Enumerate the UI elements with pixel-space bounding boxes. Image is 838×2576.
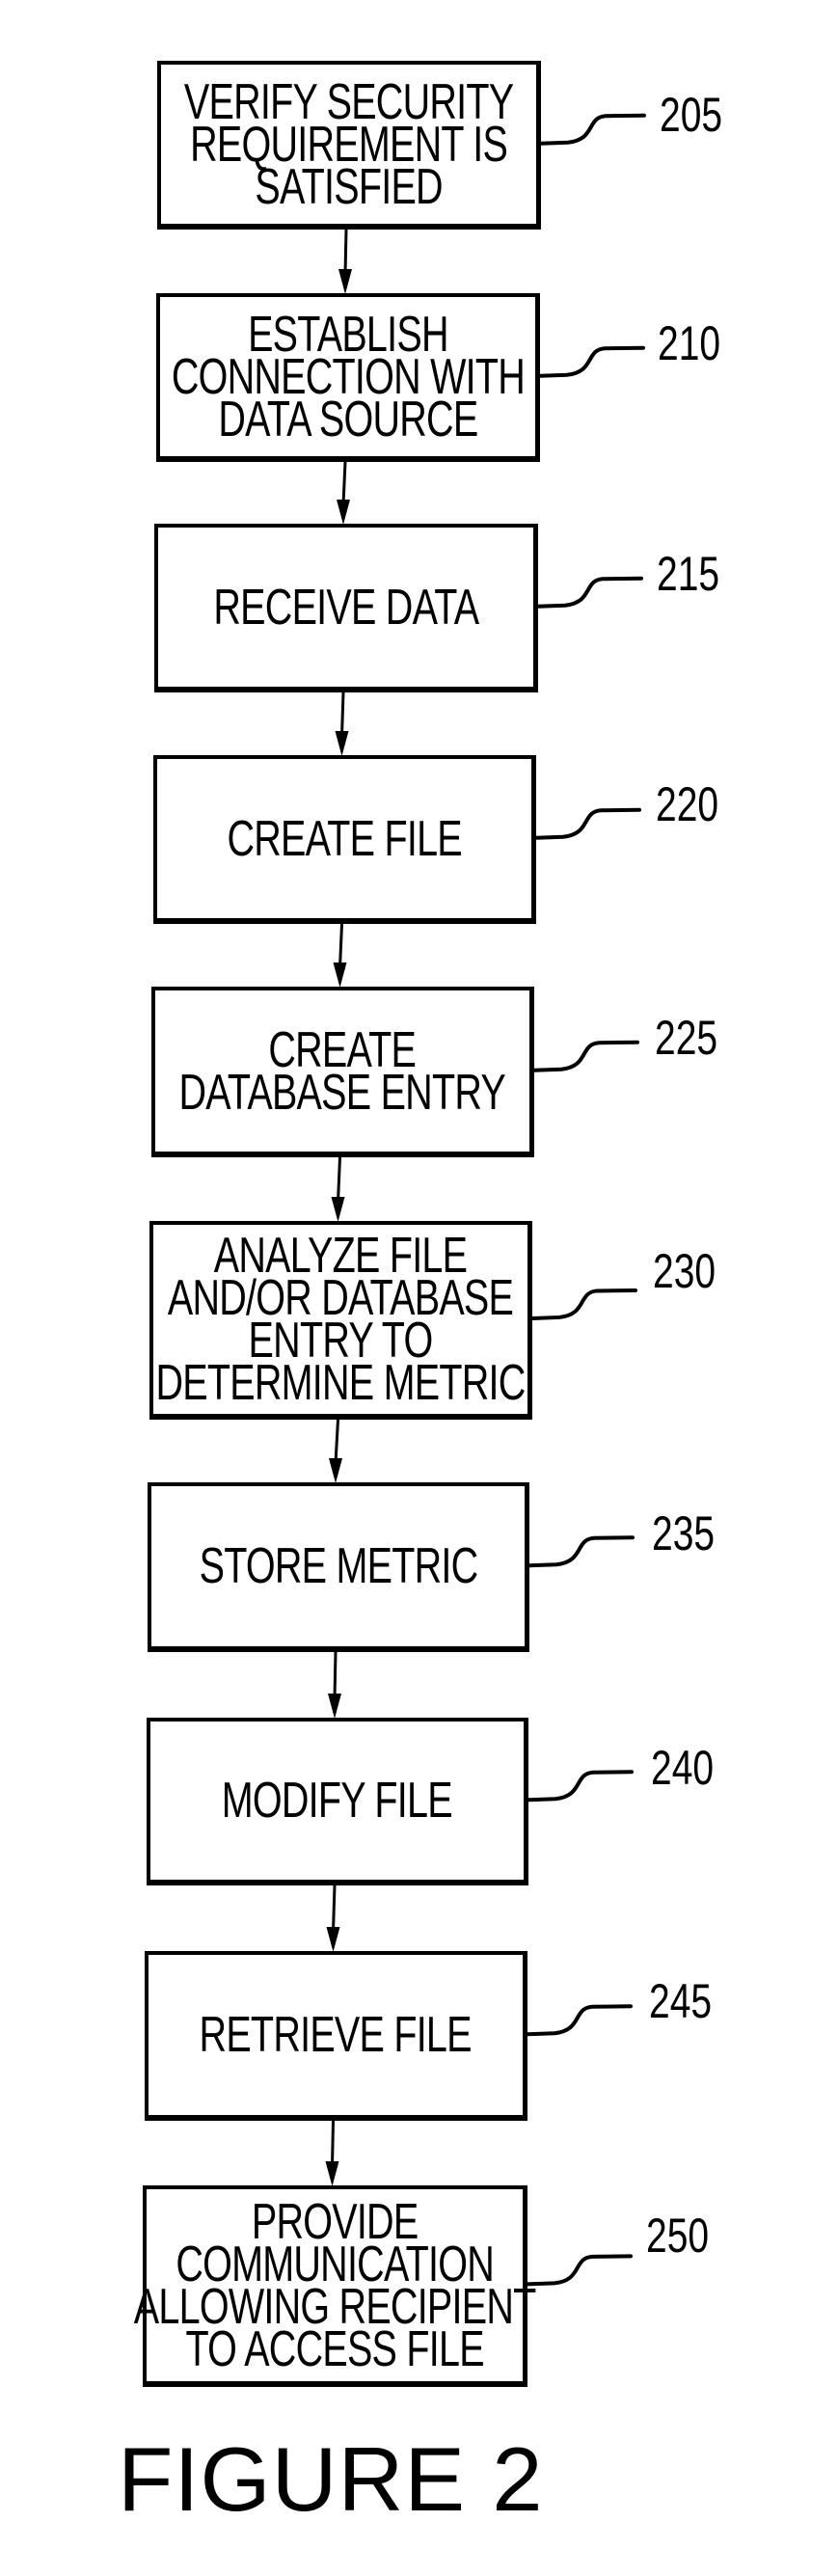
arrow-shaft	[337, 1156, 341, 1203]
ref-label-205: 205	[660, 88, 723, 142]
arrow-shaft	[341, 461, 347, 505]
arrow-shaft	[332, 1885, 337, 1933]
arrowhead-icon	[325, 2161, 339, 2186]
step-text-215: RECEIVE DATA	[213, 579, 479, 636]
leader-line-220	[534, 807, 641, 840]
ref-label-235: 235	[652, 1506, 716, 1560]
step-text-210: ESTABLISH CONNECTION WITH DATA SOURCE	[171, 306, 525, 447]
flowchart-diagram: VERIFY SECURITY REQUIREMENT IS SATISFIED…	[0, 0, 838, 2576]
flow-arrow-230-to-235	[329, 1419, 342, 1483]
ref-label-230: 230	[653, 1244, 716, 1298]
arrow-shaft	[340, 691, 345, 737]
step-text-205: VERIFY SECURITY REQUIREMENT IS SATISFIED	[183, 73, 514, 215]
step-box-230: ANALYZE FILE AND/OR DATABASE ENTRY TO DE…	[149, 1221, 532, 1420]
flow-arrow-225-to-230	[331, 1156, 345, 1222]
flow-arrow-240-to-245	[326, 1885, 340, 1952]
ref-label-245: 245	[649, 1974, 713, 2028]
ref-label-215: 215	[657, 547, 720, 601]
leader-line-210	[538, 345, 645, 378]
arrowhead-icon	[337, 500, 350, 525]
leader-line-230	[530, 1288, 637, 1320]
step-text-250: PROVIDE COMMUNICATION ALLOWING RECIPIENT…	[133, 2193, 536, 2377]
step-text-225: CREATE DATABASE ENTRY	[178, 1021, 506, 1121]
step-box-220: CREATE FILE	[153, 755, 536, 924]
flow-arrow-245-to-250	[325, 2120, 339, 2186]
flow-arrow-205-to-210	[338, 229, 352, 294]
arrowhead-icon	[329, 1458, 342, 1483]
step-text-220: CREATE FILE	[227, 810, 462, 867]
step-text-245: RETRIEVE FILE	[199, 2007, 473, 2063]
arrow-shaft	[333, 1651, 338, 1699]
arrow-shaft	[331, 2120, 335, 2167]
flow-arrow-220-to-225	[333, 923, 347, 988]
step-box-225: CREATE DATABASE ENTRY	[151, 987, 534, 1157]
step-box-235: STORE METRIC	[148, 1482, 529, 1652]
step-box-250: PROVIDE COMMUNICATION ALLOWING RECIPIENT…	[134, 2185, 536, 2387]
arrowhead-icon	[331, 1197, 345, 1222]
flow-arrow-215-to-220	[335, 691, 349, 756]
step-box-240: MODIFY FILE	[147, 1718, 528, 1885]
arrow-shaft	[334, 1419, 339, 1464]
arrowhead-icon	[333, 963, 347, 988]
leader-line-250	[526, 2254, 633, 2287]
step-box-215: RECEIVE DATA	[154, 524, 538, 692]
ref-label-225: 225	[655, 1011, 718, 1065]
step-box-245: RETRIEVE FILE	[145, 1951, 527, 2121]
arrow-shaft	[338, 923, 343, 968]
step-text-235: STORE METRIC	[199, 1538, 478, 1594]
ref-label-250: 250	[646, 2209, 710, 2263]
step-box-205: VERIFY SECURITY REQUIREMENT IS SATISFIED	[157, 61, 541, 230]
step-text-240: MODIFY FILE	[221, 1773, 453, 1829]
ref-label-210: 210	[658, 316, 721, 370]
leader-line-235	[527, 1535, 635, 1568]
arrowhead-icon	[335, 731, 349, 756]
arrowhead-icon	[328, 1694, 341, 1719]
flow-arrow-235-to-240	[328, 1651, 341, 1719]
arrowhead-icon	[326, 1927, 340, 1952]
leader-line-240	[527, 1770, 634, 1803]
ref-label-220: 220	[656, 777, 719, 831]
leader-line-225	[532, 1040, 639, 1072]
flow-arrow-210-to-215	[337, 461, 350, 525]
leader-line-215	[536, 576, 643, 609]
figure-caption: FIGURE 2	[118, 2428, 544, 2530]
arrowhead-icon	[338, 269, 352, 294]
arrow-shaft	[343, 229, 348, 275]
step-text-230: ANALYZE FILE AND/OR DATABASE ENTRY TO DE…	[155, 1228, 526, 1411]
step-box-210: ESTABLISH CONNECTION WITH DATA SOURCE	[156, 293, 540, 462]
leader-line-205	[539, 113, 646, 146]
ref-label-240: 240	[651, 1741, 715, 1795]
leader-line-245	[526, 2004, 633, 2037]
